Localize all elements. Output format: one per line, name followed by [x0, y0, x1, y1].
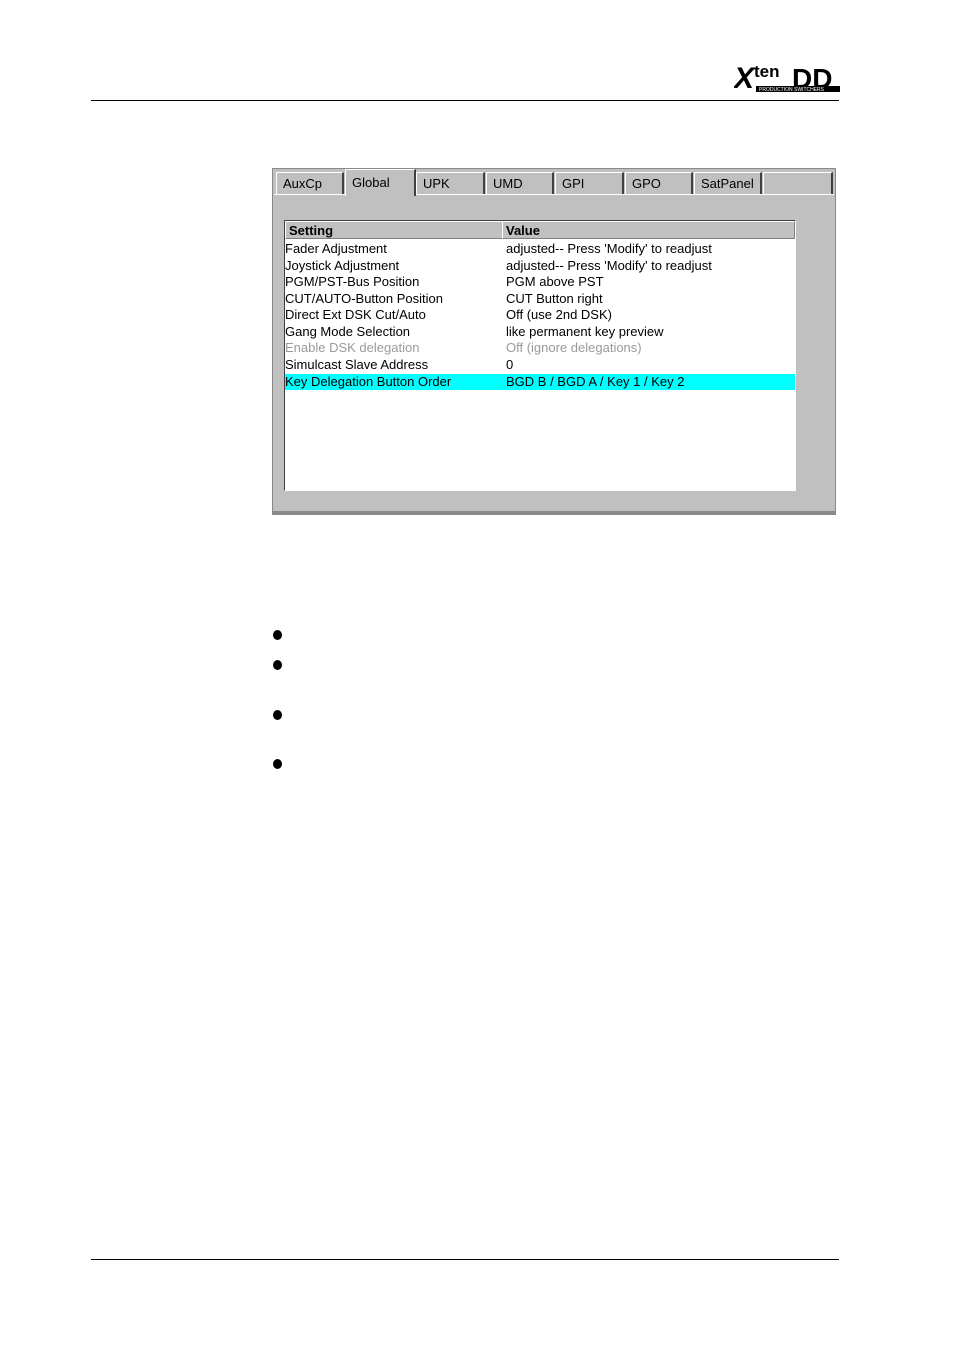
- xten-dd-logo: X ten DD PRODUCTION SWITCHERS: [734, 58, 840, 96]
- table-row[interactable]: Fader Adjustment adjusted-- Press 'Modif…: [285, 241, 795, 257]
- setting-name: Joystick Adjustment: [285, 258, 400, 273]
- setting-name: Direct Ext DSK Cut/Auto: [285, 307, 426, 322]
- header-rule: [91, 100, 839, 101]
- logo-tagline: PRODUCTION SWITCHERS: [759, 87, 825, 93]
- setting-name: Simulcast Slave Address: [285, 357, 429, 372]
- tab-gpo[interactable]: GPO: [625, 172, 693, 194]
- tab-satpanel[interactable]: SatPanel: [694, 172, 762, 194]
- tab-umd[interactable]: UMD: [486, 172, 554, 194]
- setting-name: Enable DSK delegation: [285, 340, 420, 355]
- setting-name: Gang Mode Selection: [285, 324, 411, 339]
- column-header-value[interactable]: Value: [502, 221, 795, 239]
- tab-global[interactable]: Global: [345, 169, 416, 196]
- logo-ten-word: ten: [754, 62, 780, 81]
- setting-name: Fader Adjustment: [285, 241, 387, 256]
- setting-value: PGM above PST: [506, 274, 604, 289]
- bullet-point: [273, 660, 282, 670]
- setting-name: PGM/PST-Bus Position: [285, 274, 420, 289]
- setting-value: CUT Button right: [506, 291, 603, 306]
- table-row-selected[interactable]: Key Delegation Button Order BGD B / BGD …: [285, 374, 795, 390]
- logo-x-letter: X: [734, 62, 756, 95]
- table-row[interactable]: Direct Ext DSK Cut/Auto Off (use 2nd DSK…: [285, 307, 795, 323]
- tab-blank[interactable]: [763, 172, 833, 194]
- table-row[interactable]: Simulcast Slave Address 0: [285, 357, 795, 373]
- setting-value: adjusted-- Press 'Modify' to readjust: [506, 258, 712, 273]
- setting-value: BGD B / BGD A / Key 1 / Key 2: [506, 374, 685, 389]
- table-row[interactable]: CUT/AUTO-Button Position CUT Button righ…: [285, 291, 795, 307]
- tab-auxcp[interactable]: AuxCp: [276, 172, 344, 194]
- setting-value: Off (use 2nd DSK): [506, 307, 612, 322]
- tab-gpi[interactable]: GPI: [555, 172, 624, 194]
- footer-rule: [91, 1259, 839, 1260]
- table-row[interactable]: Joystick Adjustment adjusted-- Press 'Mo…: [285, 258, 795, 274]
- panel-bottom-edge: [272, 511, 836, 515]
- setting-name: CUT/AUTO-Button Position: [285, 291, 443, 306]
- setting-value: Off (ignore delegations): [506, 340, 642, 355]
- table-row[interactable]: Gang Mode Selection like permanent key p…: [285, 324, 795, 340]
- table-row[interactable]: PGM/PST-Bus Position PGM above PST: [285, 274, 795, 290]
- column-header-setting[interactable]: Setting: [285, 221, 506, 239]
- bullet-point: [273, 630, 282, 640]
- logo-graphic: X ten DD PRODUCTION SWITCHERS: [734, 62, 840, 95]
- tab-upk[interactable]: UPK: [416, 172, 485, 194]
- setting-name: Key Delegation Button Order: [285, 374, 452, 389]
- setting-value: like permanent key preview: [506, 324, 664, 339]
- setting-value: 0: [506, 357, 514, 372]
- bullet-point: [273, 710, 282, 720]
- setting-value: adjusted-- Press 'Modify' to readjust: [506, 241, 712, 256]
- table-row-disabled: Enable DSK delegation Off (ignore delega…: [285, 340, 795, 356]
- bullet-point: [273, 759, 282, 769]
